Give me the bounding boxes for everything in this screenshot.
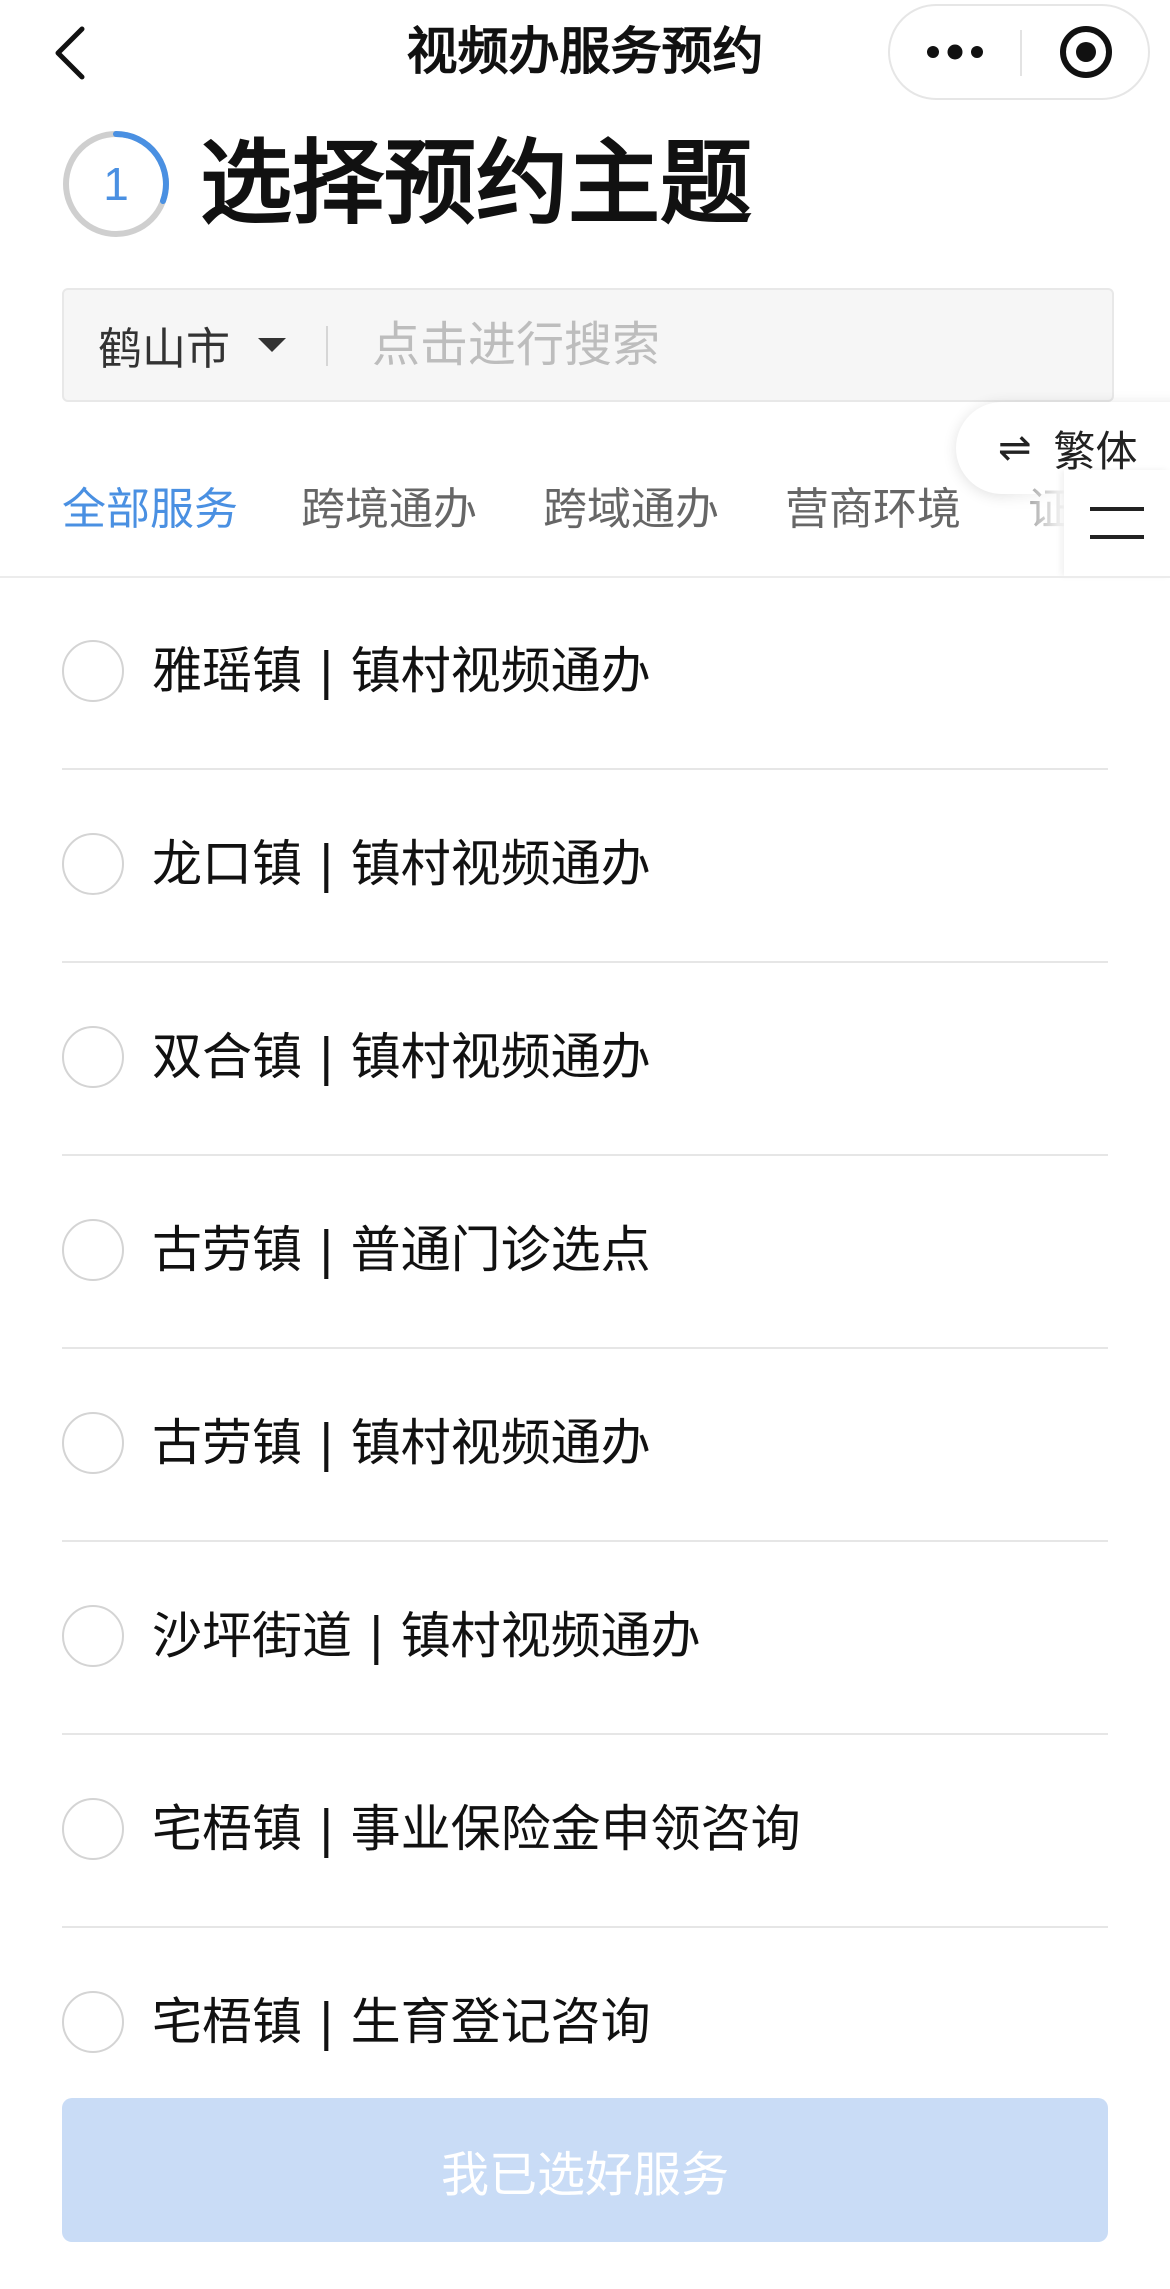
divider [62, 1154, 1108, 1156]
tabs-fade-overlay [1000, 470, 1066, 576]
tabs-menu-button[interactable] [1064, 470, 1170, 576]
radio-button[interactable] [62, 1991, 124, 2053]
divider [62, 961, 1108, 963]
radio-button[interactable] [62, 1412, 124, 1474]
radio-button[interactable] [62, 640, 124, 702]
city-label: 鹤山市 [98, 324, 230, 375]
tab-cross-region[interactable]: 跨域通办 [543, 470, 719, 550]
navigation-bar: 视频办服务预约 [0, 0, 1170, 110]
divider [62, 1540, 1108, 1542]
service-label: 双合镇 | 镇村视频通办 [152, 1028, 651, 1086]
close-mini-program-button[interactable] [1022, 6, 1150, 98]
service-label: 宅梧镇 | 生育登记咨询 [152, 1993, 651, 2051]
radio-button[interactable] [62, 1219, 124, 1281]
step-number: 1 [103, 158, 129, 210]
service-label: 古劳镇 | 普通门诊选点 [152, 1221, 651, 1279]
radio-button[interactable] [62, 1605, 124, 1667]
divider [62, 1733, 1108, 1735]
confirm-selection-button[interactable]: 我已选好服务 [62, 2098, 1108, 2242]
service-option[interactable]: 宅梧镇 | 事业保险金申领咨询 [0, 1736, 1170, 1928]
more-button[interactable] [890, 6, 1020, 98]
service-category-tabs: 全部服务 跨境通办 跨域通办 营商环境 证 [0, 470, 1064, 576]
swap-arrows-icon: ⇌ [998, 425, 1032, 471]
hamburger-menu-icon [1090, 507, 1144, 539]
service-option[interactable]: 沙坪街道 | 镇村视频通办 [0, 1543, 1170, 1735]
search-bar: 鹤山市 [62, 288, 1114, 402]
tab-cross-border[interactable]: 跨境通办 [301, 470, 477, 550]
divider [62, 1926, 1108, 1928]
radio-button[interactable] [62, 1026, 124, 1088]
service-label: 宅梧镇 | 事业保险金申领咨询 [152, 1800, 801, 1858]
service-label: 雅瑶镇 | 镇村视频通办 [152, 642, 651, 700]
step-title: 选择预约主题 [200, 130, 753, 237]
service-label: 沙坪街道 | 镇村视频通办 [152, 1607, 701, 1665]
tab-business-environment[interactable]: 营商环境 [785, 470, 961, 550]
city-selector[interactable]: 鹤山市 [64, 290, 314, 400]
service-option[interactable]: 雅瑶镇 | 镇村视频通办 [0, 578, 1170, 770]
service-label: 龙口镇 | 镇村视频通办 [152, 835, 651, 893]
service-option[interactable]: 古劳镇 | 普通门诊选点 [0, 1157, 1170, 1349]
radio-button[interactable] [62, 1798, 124, 1860]
tab-all-services[interactable]: 全部服务 [62, 470, 238, 550]
target-icon [1060, 26, 1112, 78]
service-option[interactable]: 龙口镇 | 镇村视频通办 [0, 771, 1170, 963]
search-divider [326, 326, 328, 366]
more-dots-icon [927, 44, 983, 60]
search-input[interactable] [372, 290, 1092, 400]
divider [62, 768, 1108, 770]
confirm-button-label: 我已选好服务 [440, 2149, 729, 2202]
service-label: 古劳镇 | 镇村视频通办 [152, 1414, 651, 1472]
caret-down-icon [258, 338, 286, 352]
mini-program-capsule [888, 4, 1150, 100]
service-option[interactable]: 宅梧镇 | 生育登记咨询 [0, 1929, 1170, 2121]
divider [62, 1347, 1108, 1349]
radio-button[interactable] [62, 833, 124, 895]
service-option[interactable]: 古劳镇 | 镇村视频通办 [0, 1350, 1170, 1542]
service-option[interactable]: 双合镇 | 镇村视频通办 [0, 964, 1170, 1156]
